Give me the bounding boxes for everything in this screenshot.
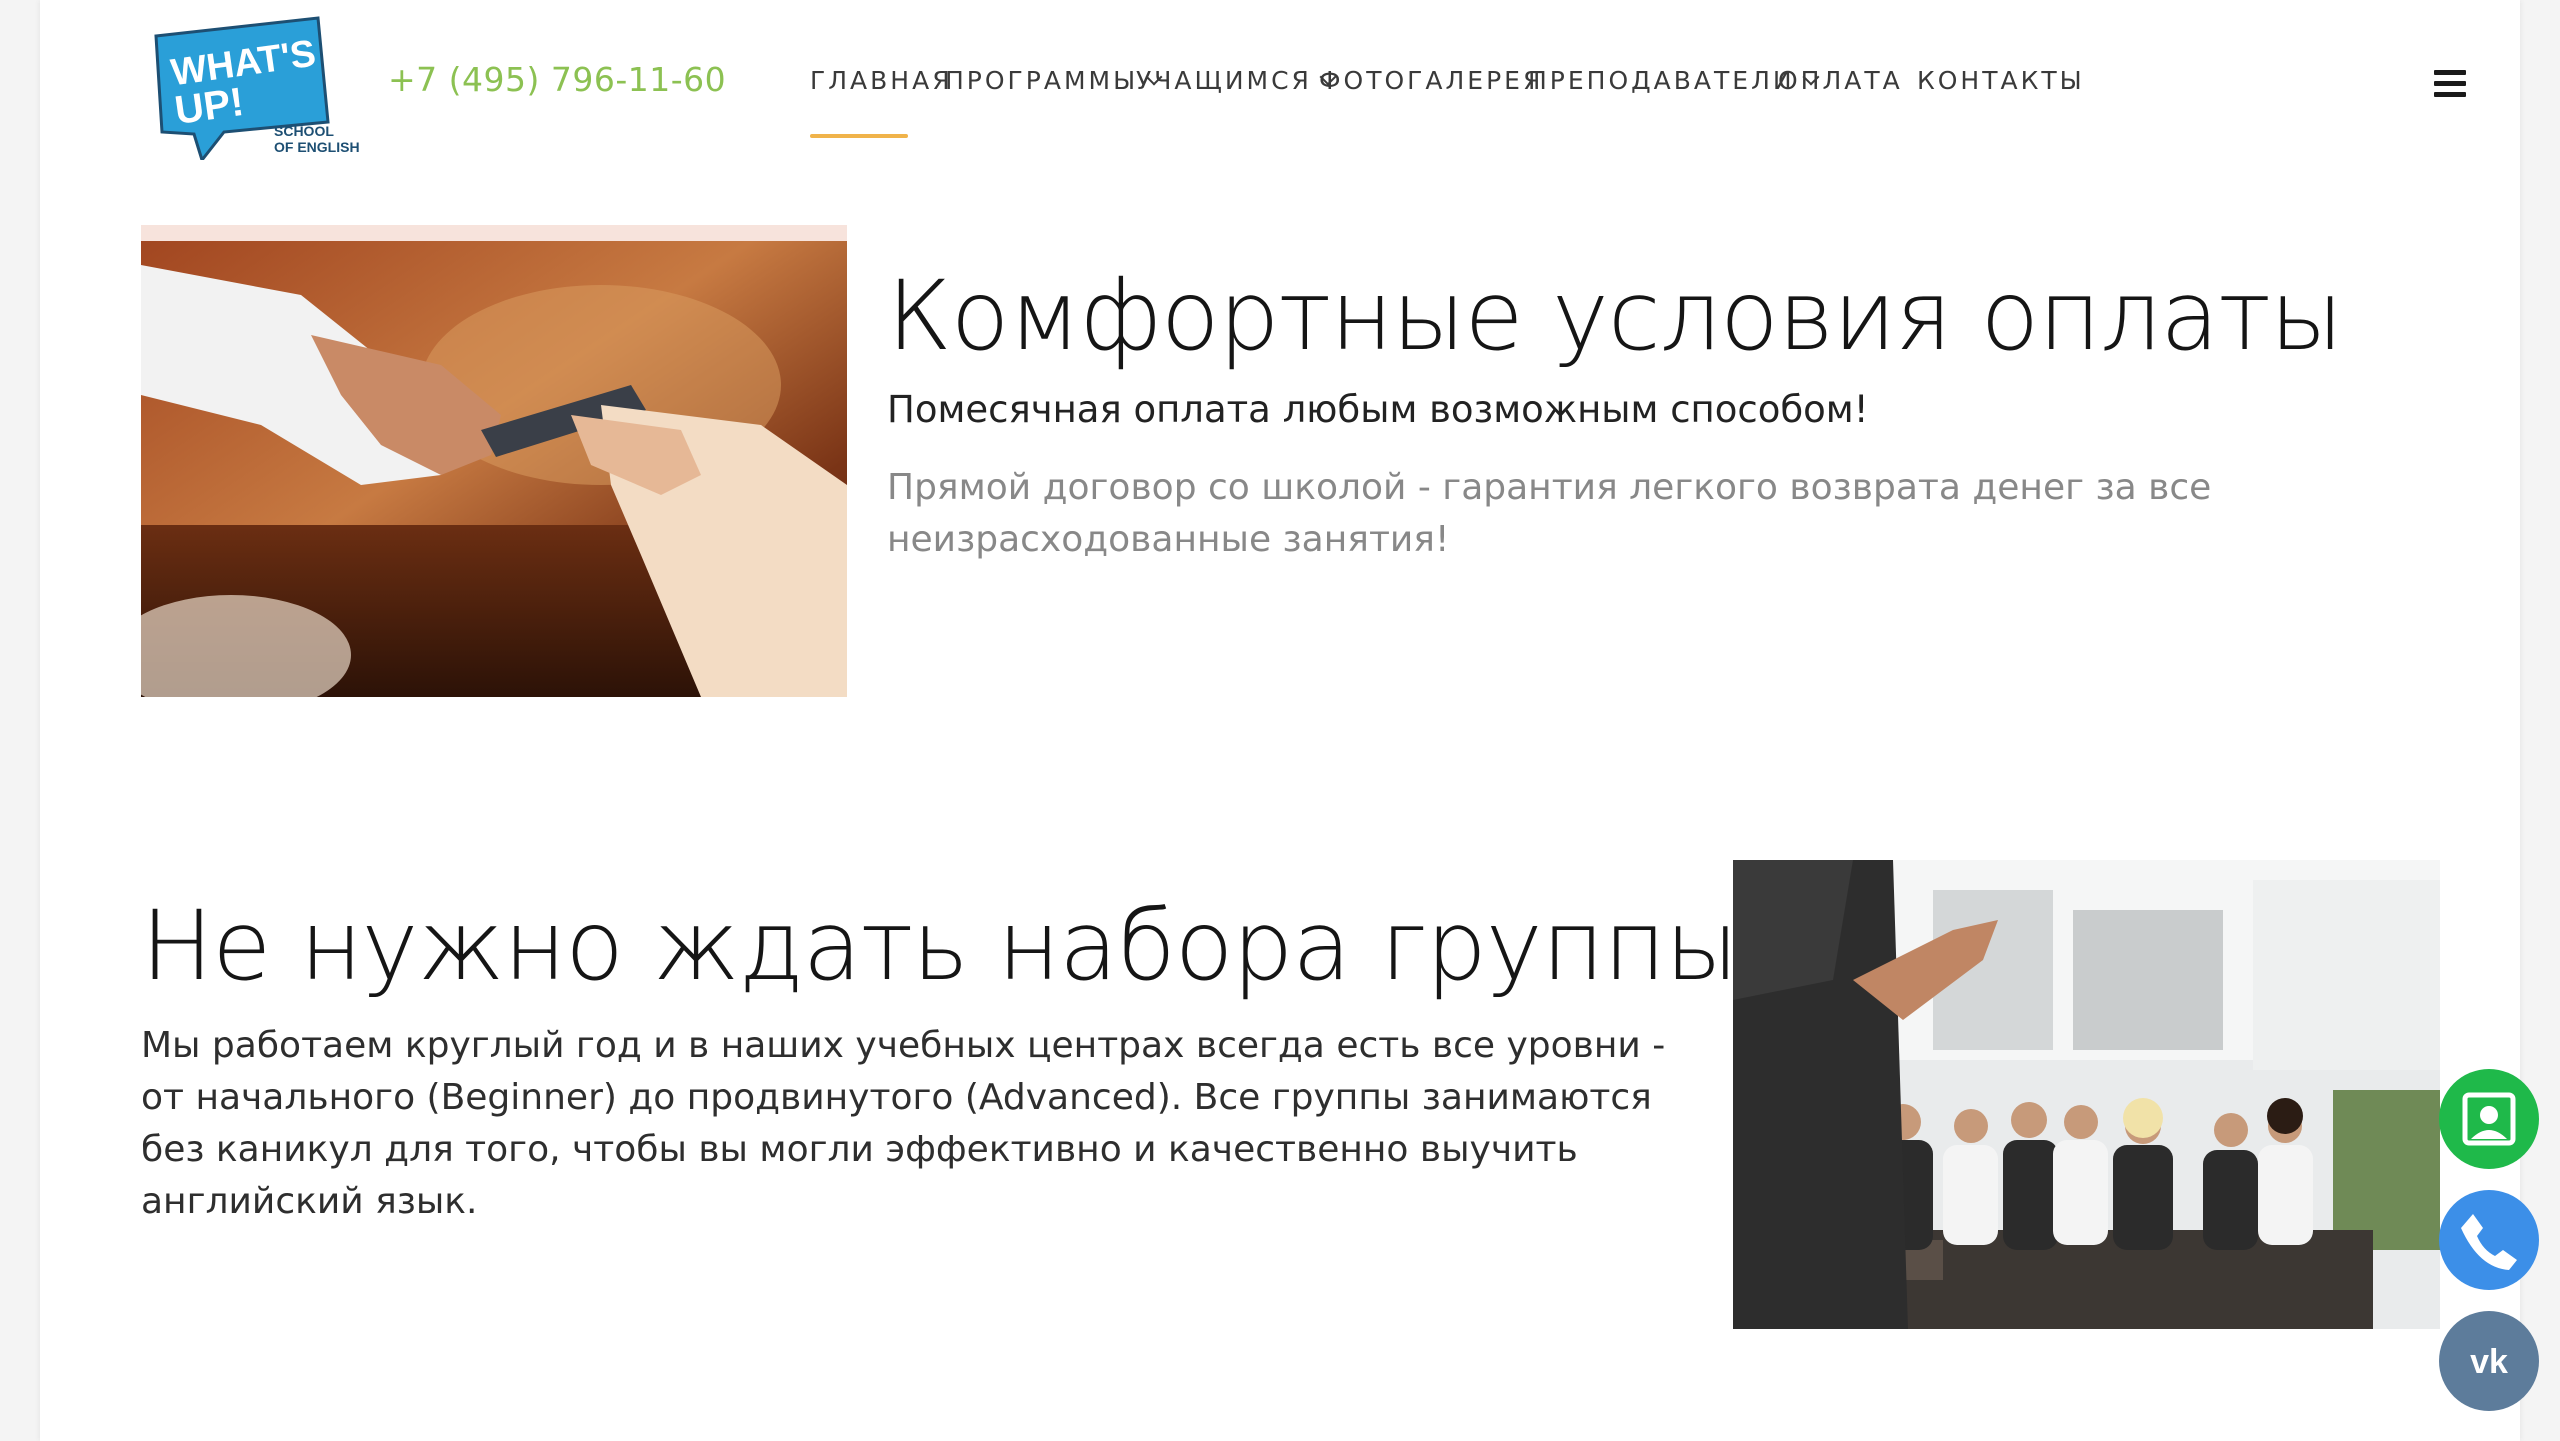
svg-text:OF ENGLISH: OF ENGLISH: [274, 139, 360, 155]
payment-card-image: [141, 225, 847, 697]
payment-description: Прямой договор со школой - гарантия легк…: [887, 467, 2212, 560]
contact-card-icon: [2462, 1092, 2516, 1146]
nav-item-payment[interactable]: ОПЛАТА: [1778, 66, 1903, 95]
hamburger-menu-icon[interactable]: [2434, 70, 2466, 98]
nav-item-label: ПРОГРАММЫ: [945, 66, 1139, 95]
call-button[interactable]: [2439, 1190, 2539, 1290]
nav-item-teachers[interactable]: ПРЕПОДАВАТЕЛИ: [1528, 66, 1820, 95]
nav-item-programs[interactable]: ПРОГРАММЫ: [945, 66, 1163, 95]
nav-item-label: УЧАЩИМСЯ: [1136, 66, 1312, 95]
nav-item-label: ПРЕПОДАВАТЕЛИ: [1528, 66, 1795, 95]
school-logo[interactable]: WHAT'S UP! SCHOOL OF ENGLISH: [150, 14, 380, 160]
nav-item-contacts[interactable]: КОНТАКТЫ: [1917, 66, 2085, 95]
groups-title: Не нужно ждать набора группы: [141, 890, 1739, 1002]
svg-text:vk: vk: [2470, 1343, 2508, 1381]
header-phone-link[interactable]: +7 (495) 796-11-60: [388, 60, 726, 99]
payment-title: Комфортные условия оплаты: [887, 260, 2343, 372]
active-nav-indicator: [810, 134, 908, 138]
nav-item-label: ФОТОГАЛЕРЕЯ: [1319, 66, 1544, 95]
payment-subtitle: Помесячная оплата любым возможным способ…: [887, 388, 1869, 431]
vk-button[interactable]: vk: [2439, 1311, 2539, 1411]
vk-icon: vk: [2470, 1343, 2508, 1381]
phone-icon: [2461, 1214, 2517, 1270]
nav-item-label: ГЛАВНАЯ: [810, 66, 953, 95]
nav-item-students[interactable]: УЧАЩИМСЯ: [1136, 66, 1337, 95]
students-group-image: [1733, 860, 2440, 1329]
groups-description: Мы работаем круглый год и в наших учебны…: [141, 1025, 1666, 1222]
contact-card-button[interactable]: [2439, 1069, 2539, 1169]
svg-text:SCHOOL: SCHOOL: [274, 123, 334, 139]
nav-item-label: ОПЛАТА: [1778, 66, 1903, 95]
page: WHAT'S UP! SCHOOL OF ENGLISH +7 (495) 79…: [40, 0, 2539, 1441]
nav-item-gallery[interactable]: ФОТОГАЛЕРЕЯ: [1319, 66, 1543, 95]
nav-item-label: КОНТАКТЫ: [1917, 66, 2085, 95]
nav-item-home[interactable]: ГЛАВНАЯ: [810, 66, 953, 138]
